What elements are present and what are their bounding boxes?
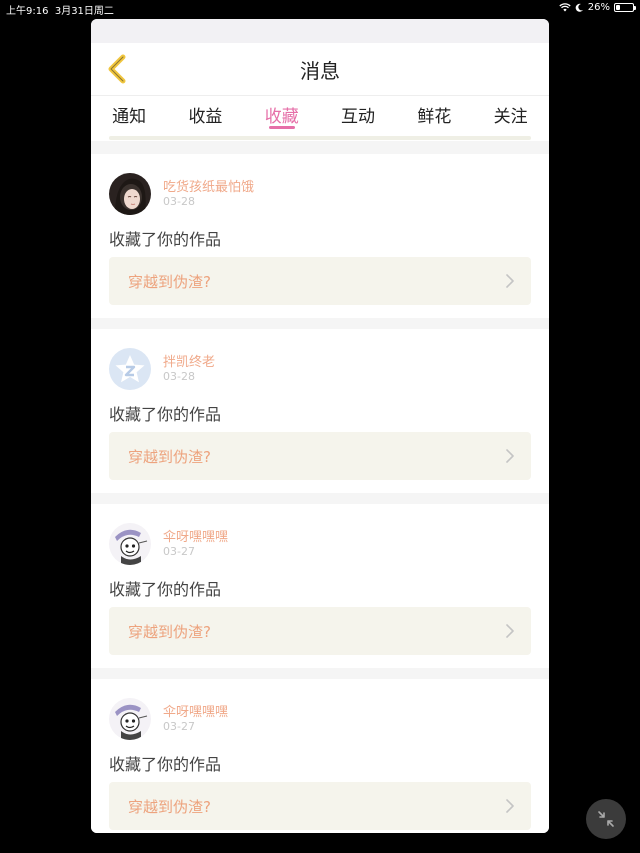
moon-icon [575,3,583,12]
collapse-button[interactable] [586,799,626,839]
avatar[interactable] [109,173,151,215]
username-link[interactable]: 伞呀嘿嘿嘿 [163,526,228,545]
work-link[interactable]: 穿越到伪渣? [109,782,531,830]
tab-0[interactable]: 通知 [91,96,167,127]
wifi-icon [559,3,571,12]
tab-1[interactable]: 收益 [167,96,243,127]
message-date: 03-27 [163,545,195,558]
messages-panel: 消息 通知 收益 收藏 互动 鲜花 关注 吃货孩纸最怕饿 03-28 收藏了你的作品 穿越到伪渣… [91,19,549,833]
avatar[interactable] [109,698,151,740]
work-title: 穿越到伪渣? [128,798,211,816]
tab-label: 收益 [188,107,223,127]
status-time: 上午9:16 [6,6,49,17]
username-link[interactable]: 吃货孩纸最怕饿 [163,176,254,195]
nav-bar: 消息 [91,43,549,95]
message-card: 伞呀嘿嘿嘿 03-27 收藏了你的作品穿越到伪渣? [91,679,549,833]
message-card: 拌凯终老 03-28 收藏了你的作品穿越到伪渣? [91,329,549,493]
tab-3[interactable]: 互动 [320,96,396,127]
work-link[interactable]: 穿越到伪渣? [109,257,531,305]
message-card: 吃货孩纸最怕饿 03-28 收藏了你的作品穿越到伪渣? [91,154,549,318]
work-title: 穿越到伪渣? [128,448,211,466]
action-text: 收藏了你的作品 [109,580,222,599]
chevron-right-icon [506,799,514,813]
message-list: 吃货孩纸最怕饿 03-28 收藏了你的作品 穿越到伪渣? 拌凯终老 03-28 收藏了你的作… [91,154,549,833]
status-indicators: 26% [559,2,636,13]
collapse-arrows-icon [598,811,614,827]
chevron-right-icon [506,624,514,638]
work-link[interactable]: 穿越到伪渣? [109,607,531,655]
tab-label: 互动 [341,107,376,127]
battery-icon [614,3,636,12]
chevron-right-icon [506,449,514,463]
action-text: 收藏了你的作品 [109,755,222,774]
tab-label: 收藏 [264,107,299,127]
message-date: 03-27 [163,720,195,733]
action-text: 收藏了你的作品 [109,230,222,249]
username-link[interactable]: 拌凯终老 [163,351,215,370]
avatar[interactable] [109,348,151,390]
status-time-date: 上午9:16 3月31日周二 [6,2,114,17]
message-date: 03-28 [163,370,195,383]
tab-label: 关注 [493,107,528,127]
status-bar: 上午9:16 3月31日周二 26% [0,0,640,17]
tab-label: 通知 [112,107,147,127]
avatar[interactable] [109,523,151,565]
message-card: 伞呀嘿嘿嘿 03-27 收藏了你的作品穿越到伪渣? [91,504,549,668]
back-button[interactable] [101,53,131,85]
tab-4[interactable]: 鲜花 [396,96,472,127]
tab-5[interactable]: 关注 [472,96,548,127]
tab-label: 鲜花 [417,107,452,127]
message-date: 03-28 [163,195,195,208]
action-text: 收藏了你的作品 [109,405,222,424]
page-title: 消息 [300,58,340,83]
work-title: 穿越到伪渣? [128,273,211,291]
tab-2[interactable]: 收藏 [244,96,320,129]
work-link[interactable]: 穿越到伪渣? [109,432,531,480]
work-title: 穿越到伪渣? [128,623,211,641]
username-link[interactable]: 伞呀嘿嘿嘿 [163,701,228,720]
battery-percent: 26% [587,2,610,13]
tab-bar: 通知 收益 收藏 互动 鲜花 关注 [91,95,549,133]
tab-active-indicator [268,126,295,129]
status-date: 3月31日周二 [54,6,114,17]
chevron-right-icon [506,274,514,288]
